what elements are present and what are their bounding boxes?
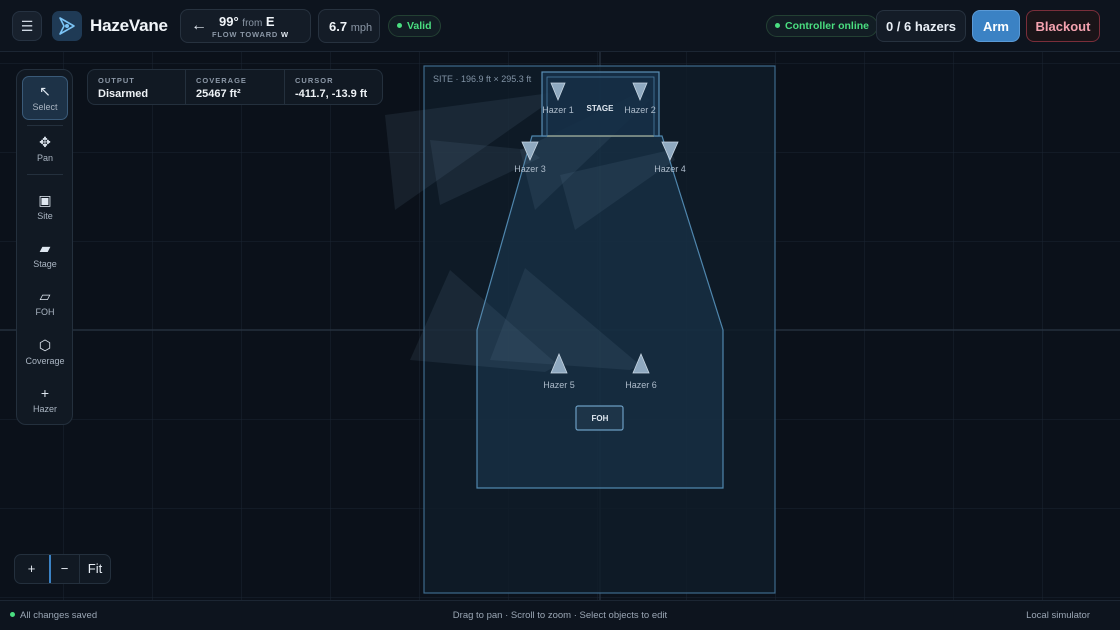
tool-site-label: Site: [37, 211, 53, 221]
tool-stage-label: Stage: [33, 259, 57, 269]
output-cell: OUTPUT Disarmed: [88, 70, 185, 104]
square-icon: ▣: [38, 192, 52, 208]
zoom-out-button[interactable]: −: [51, 555, 78, 583]
foh-label: FOH: [592, 414, 609, 423]
tool-coverage-label: Coverage: [25, 356, 65, 366]
cursor-label: CURSOR: [295, 76, 334, 85]
wind-speed-value: 6.7: [329, 19, 348, 34]
tool-divider: [27, 174, 63, 175]
status-dot-icon: [775, 23, 780, 28]
canvas-svg[interactable]: SITE · 196.9 ft × 295.3 ft STAGE FOH Haz…: [0, 52, 1120, 600]
arm-button[interactable]: Arm: [972, 10, 1020, 42]
arrow-cursor-icon: ↖: [39, 83, 51, 99]
tool-site[interactable]: ▣ Site: [22, 186, 68, 230]
validation-status: Valid: [388, 15, 441, 37]
tool-foh-label: FOH: [35, 307, 55, 317]
hamburger-icon: ☰: [20, 17, 34, 34]
menu-button[interactable]: ☰: [12, 11, 42, 41]
wind-flow-label: FLOW TOWARD: [212, 30, 279, 39]
app-name: HazeVane: [90, 16, 168, 35]
hazer-1-label: Hazer 1: [542, 105, 574, 115]
wind-degrees-value: 99°: [219, 14, 239, 29]
hazer-2-label: Hazer 2: [624, 105, 656, 115]
blackout-button[interactable]: Blackout: [1026, 10, 1100, 42]
controller-label: Controller online: [785, 20, 869, 32]
arrow-left-icon: ←: [191, 17, 207, 34]
save-status-label: All changes saved: [20, 610, 98, 621]
hazer-5-label: Hazer 5: [543, 380, 575, 390]
cursor-value: -411.7, -13.9 ft: [295, 88, 368, 100]
tool-coverage[interactable]: ⬡ Coverage: [22, 331, 68, 375]
tool-select-label: Select: [32, 102, 58, 112]
tool-foh[interactable]: ▱ FOH: [22, 282, 68, 326]
status-dot-icon: [10, 612, 15, 617]
hazer-count-button[interactable]: 0 / 6 hazers: [876, 10, 966, 42]
plus-icon: +: [40, 385, 50, 401]
tool-hazer[interactable]: + Hazer: [22, 379, 68, 423]
wind-flow-dir: W: [281, 30, 289, 39]
output-value: Disarmed: [98, 88, 149, 100]
hexagon-icon: ⬡: [38, 337, 52, 353]
stage-label: STAGE: [587, 104, 615, 113]
tool-divider: [27, 125, 63, 126]
coverage-label: COVERAGE: [196, 76, 247, 85]
status-dot-icon: [397, 23, 402, 28]
wind-from-dir: E: [265, 14, 275, 29]
wind-degrees: 99° from E: [219, 14, 275, 29]
zoom-fit-button[interactable]: Fit: [80, 555, 110, 583]
status-bar: Drag to pan · Scroll to zoom · Select ob…: [0, 600, 1120, 630]
tool-select[interactable]: ↖ Select: [22, 76, 68, 120]
output-label: OUTPUT: [98, 76, 135, 85]
hazer-4-label: Hazer 4: [654, 164, 686, 174]
map-canvas[interactable]: SITE · 196.9 ft × 295.3 ft STAGE FOH Haz…: [0, 52, 1120, 600]
tool-pan-label: Pan: [36, 153, 53, 163]
parallelogram-outline-icon: ▱: [39, 288, 51, 304]
wind-speed-control[interactable]: 6.7 mph: [318, 9, 380, 43]
status-hint: Drag to pan · Scroll to zoom · Select ob…: [452, 610, 668, 621]
coverage-value: 25467 ft²: [196, 88, 241, 100]
zoom-in-button[interactable]: +: [15, 555, 48, 583]
tool-hazer-label: Hazer: [32, 404, 57, 414]
parallelogram-filled-icon: ▰: [39, 240, 51, 256]
hazer-3-label: Hazer 3: [514, 164, 546, 174]
app-root: SITE · 196.9 ft × 295.3 ft STAGE FOH Haz…: [0, 0, 1120, 630]
validation-label: Valid: [407, 20, 432, 32]
wind-speed-unit: mph: [350, 22, 373, 34]
save-status: All changes saved: [10, 610, 97, 621]
tool-stage[interactable]: ▰ Stage: [22, 234, 68, 278]
hazevane-logo-icon: [59, 17, 75, 35]
zoom-controls: + − Fit: [14, 554, 111, 584]
hazer-6-label: Hazer 6: [625, 380, 657, 390]
tool-pan[interactable]: ✥ Pan: [22, 128, 68, 172]
controller-status: Controller online: [766, 15, 878, 37]
cursor-cell: CURSOR -411.7, -13.9 ft: [284, 70, 382, 104]
top-bar: ☰ HazeVane ← 99° from E FLOW TOWARD W 6.…: [0, 0, 1120, 52]
mode-label: Local simulator: [1026, 610, 1090, 621]
wind-from-label: from: [242, 18, 263, 29]
move-icon: ✥: [39, 134, 51, 150]
site-label: SITE · 196.9 ft × 295.3 ft: [433, 74, 532, 84]
wind-flow: FLOW TOWARD W: [212, 30, 289, 39]
info-panel: OUTPUT Disarmed COVERAGE 25467 ft² CURSO…: [87, 69, 383, 105]
coverage-cell: COVERAGE 25467 ft²: [185, 70, 284, 104]
app-logo: [52, 11, 82, 41]
wind-direction-control[interactable]: ← 99° from E FLOW TOWARD W: [180, 9, 311, 43]
tool-palette: ↖ Select ✥ Pan ▣ Site ▰ Stage ▱ FOH ⬡ Co…: [16, 69, 73, 425]
